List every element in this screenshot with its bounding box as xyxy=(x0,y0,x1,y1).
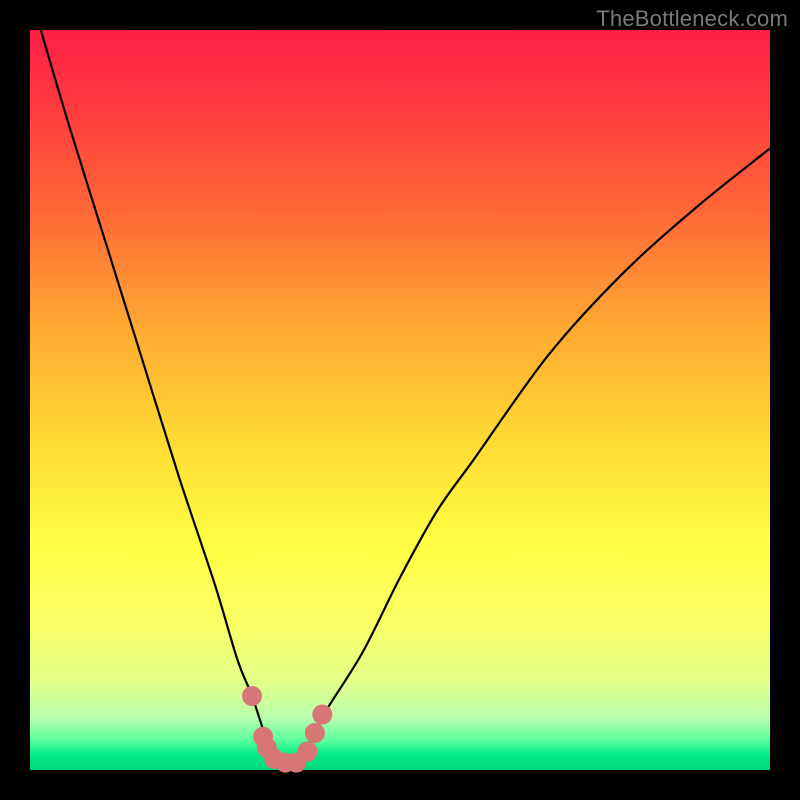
bottleneck-curve xyxy=(30,0,770,764)
bottom-marker-dot xyxy=(305,723,325,743)
bottom-marker-dot xyxy=(312,705,332,725)
bottom-marker-dot xyxy=(298,742,318,762)
plot-svg xyxy=(30,30,770,770)
watermark-text: TheBottleneck.com xyxy=(596,6,788,32)
bottom-marker-group xyxy=(242,686,332,773)
bottom-marker-dot xyxy=(242,686,262,706)
chart-area xyxy=(30,30,770,770)
